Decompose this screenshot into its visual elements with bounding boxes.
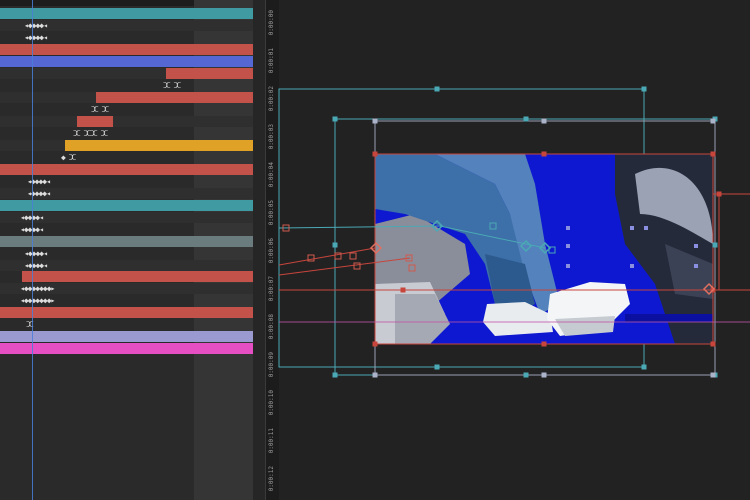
layer-bar[interactable] (0, 307, 253, 318)
keyframe-markers[interactable]: ⵋ ⵋ (91, 104, 109, 115)
ruler-label: 0:00:10 (268, 390, 275, 416)
layer-bar[interactable] (96, 92, 253, 103)
timeline-track[interactable] (0, 56, 253, 67)
ruler-label: 0:00:09 (268, 352, 275, 378)
timeline-track[interactable] (0, 331, 253, 342)
layer-bar[interactable] (0, 8, 253, 19)
ruler-label: 0:00:00 (268, 10, 275, 36)
timeline-track[interactable]: ⵋ ⵋ (0, 80, 253, 91)
timeline-track[interactable] (0, 8, 253, 19)
keyframe-markers[interactable]: ◆ ⵋ (61, 152, 76, 163)
layer-bar[interactable] (0, 331, 253, 342)
timeline-track[interactable] (0, 92, 253, 103)
keyframe-markers[interactable]: ◂◆◆◆◆◂ (24, 20, 48, 31)
timeline-track[interactable]: ◂◆◆◆◆◂ (0, 212, 253, 223)
layer-bar[interactable] (0, 56, 253, 67)
timeline-track[interactable] (0, 116, 253, 127)
keyframe-markers[interactable]: ◂◆◆◆◆◆◆◆▸ (20, 295, 55, 306)
layer-bar[interactable] (0, 44, 253, 55)
timeline-track[interactable]: ◂◆◆◆◆◂ (0, 176, 253, 187)
timeline-track[interactable]: ◂◆◆◆◆◂ (0, 32, 253, 43)
ruler-label: 0:00:01 (268, 48, 275, 74)
timeline-panel[interactable]: ◂◆◆◆◆◂ ◂◆◆◆◆◂ ⵋ ⵋⵋ ⵋⵋ ⵋⵋ ⵋ ◆ ⵋ ◂◆◆◆◆◂ ◂◆◆◆◆◂ ◂… (0, 0, 265, 500)
timeline-track[interactable]: ◂◆◆◆◆◂ (0, 248, 253, 259)
layer-bar[interactable] (0, 236, 253, 247)
timeline-track[interactable] (0, 271, 253, 282)
layer-bar[interactable] (0, 164, 253, 175)
keyframe-markers[interactable]: ◂◆◆◆◆◆◆◆▸ (20, 283, 55, 294)
ruler-label: 0:00:04 (268, 162, 275, 188)
keyframe-markers[interactable]: ◂◆◆◆◆◂ (24, 248, 48, 259)
timeline-track[interactable]: ⵋ ⵋ (0, 104, 253, 115)
ruler-label: 0:00:08 (268, 314, 275, 340)
video-frame[interactable] (375, 154, 713, 344)
keyframe-markers[interactable]: ◂◆◆◆◆◂ (27, 176, 51, 187)
ruler-label: 0:00:06 (268, 238, 275, 264)
keyframe-markers[interactable]: ◂◆◆◆◆◂ (27, 188, 51, 199)
timeline-track[interactable] (0, 164, 253, 175)
timeline-track[interactable]: ◂◆◆◆◆◂ (0, 188, 253, 199)
timeline-track[interactable]: ◆ ⵋ (0, 152, 253, 163)
keyframe-markers[interactable]: ⵋ ⵋ (163, 80, 181, 91)
layer-bar[interactable] (77, 116, 113, 127)
timeline-track[interactable]: ◂◆◆◆◆◆◆◆▸ (0, 283, 253, 294)
timeline-track[interactable]: ◂◆◆◆◆◂ (0, 20, 253, 31)
timeline-track[interactable] (0, 236, 253, 247)
timeline-track[interactable]: ◂◆◆◆◆◂ (0, 260, 253, 271)
vertical-ruler: 0:00:00 0:00:01 0:00:02 0:00:03 0:00:04 0:00:… (265, 0, 280, 500)
timeline-track[interactable] (0, 307, 253, 318)
timeline-track[interactable]: ⵋ ⵋⵋ ⵋ (0, 128, 253, 139)
timeline-track[interactable] (0, 44, 253, 55)
timeline-scroll-column[interactable] (253, 0, 265, 500)
ruler-label: 0:00:12 (268, 466, 275, 492)
ruler-label: 0:00:11 (268, 428, 275, 454)
layer-bar[interactable] (22, 271, 253, 282)
ruler-label: 0:00:07 (268, 276, 275, 302)
ruler-label: 0:00:05 (268, 200, 275, 226)
keyframe-markers[interactable]: ◂◆◆◆◆◂ (24, 260, 48, 271)
timeline-track[interactable] (0, 200, 253, 211)
timeline-track[interactable]: ◂◆◆◆◆◂ (0, 224, 253, 235)
layer-bar[interactable] (166, 68, 253, 79)
timeline-track[interactable]: ◂◆◆◆◆◆◆◆▸ (0, 295, 253, 306)
layer-bar[interactable] (65, 140, 253, 151)
layer-bar[interactable] (0, 200, 253, 211)
keyframe-markers[interactable]: ◂◆◆◆◆◂ (24, 32, 48, 43)
ruler-label: 0:00:03 (268, 124, 275, 150)
layer-bar[interactable] (0, 343, 253, 354)
playhead[interactable] (32, 0, 33, 500)
timeline-track[interactable]: ⵋ (0, 319, 253, 330)
ruler-label: 0:00:02 (268, 86, 275, 112)
keyframe-markers[interactable]: ⵋ ⵋⵋ ⵋ (73, 128, 108, 139)
timeline-track[interactable] (0, 140, 253, 151)
timeline-track[interactable] (0, 343, 253, 354)
footage-image (375, 154, 713, 344)
timeline-track[interactable] (0, 68, 253, 79)
